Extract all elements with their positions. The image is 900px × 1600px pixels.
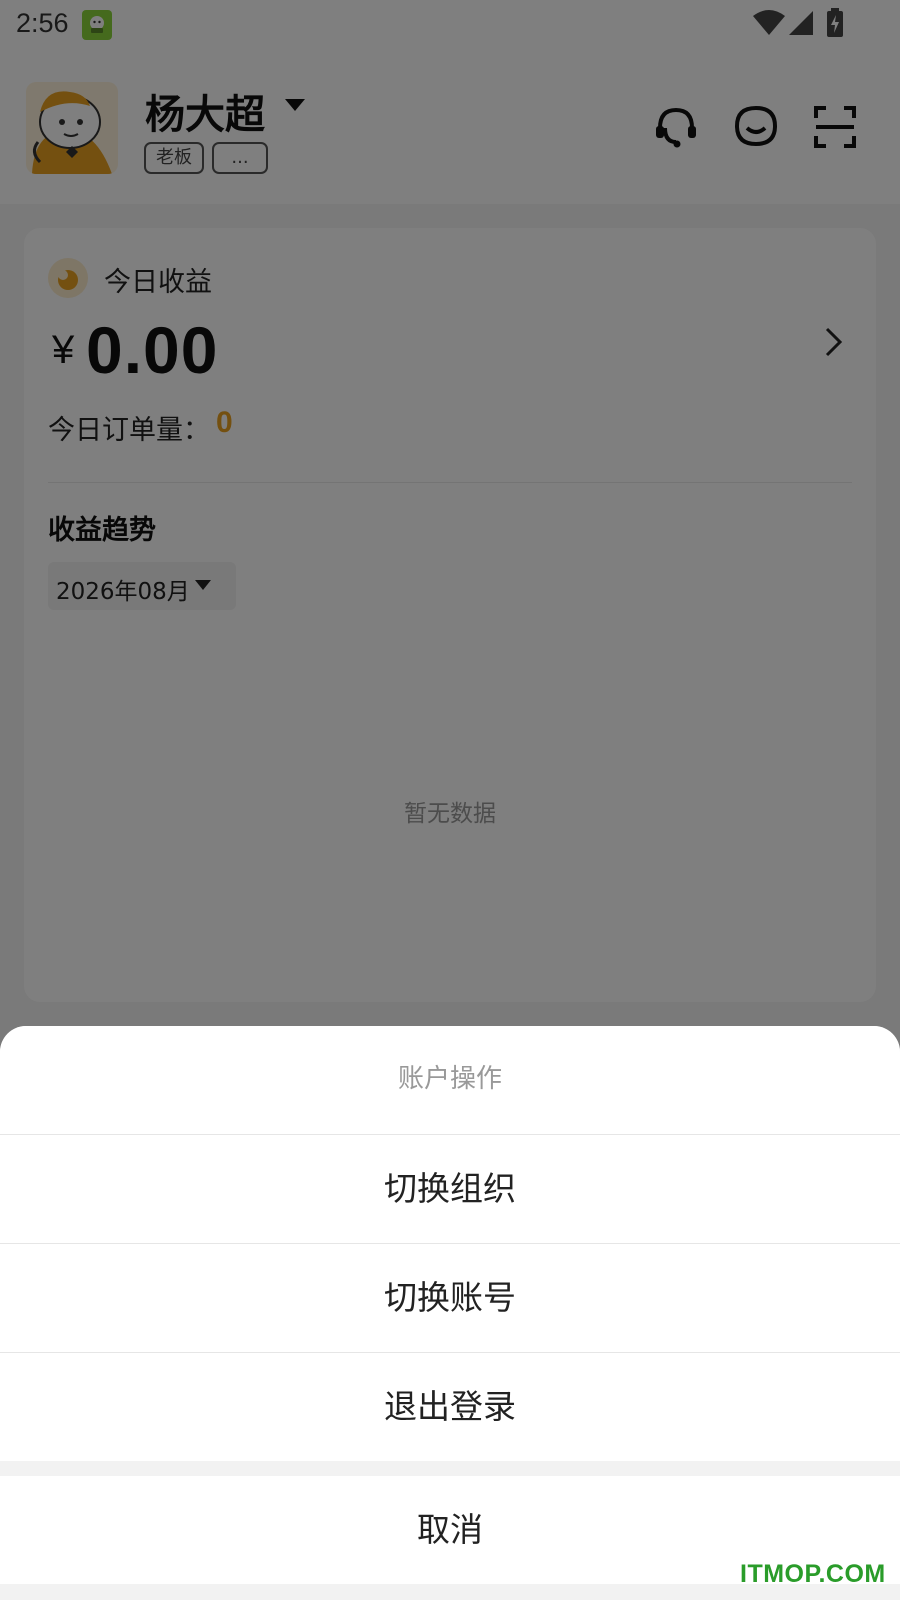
watermark: ITMOP.COM bbox=[740, 1560, 886, 1588]
sheet-title: 账户操作 bbox=[0, 1026, 900, 1134]
logout-button[interactable]: 退出登录 bbox=[0, 1353, 900, 1461]
account-action-sheet: 账户操作 切换组织 切换账号 退出登录 取消 bbox=[0, 1026, 900, 1600]
switch-account-button[interactable]: 切换账号 bbox=[0, 1244, 900, 1352]
switch-organization-button[interactable]: 切换组织 bbox=[0, 1135, 900, 1243]
